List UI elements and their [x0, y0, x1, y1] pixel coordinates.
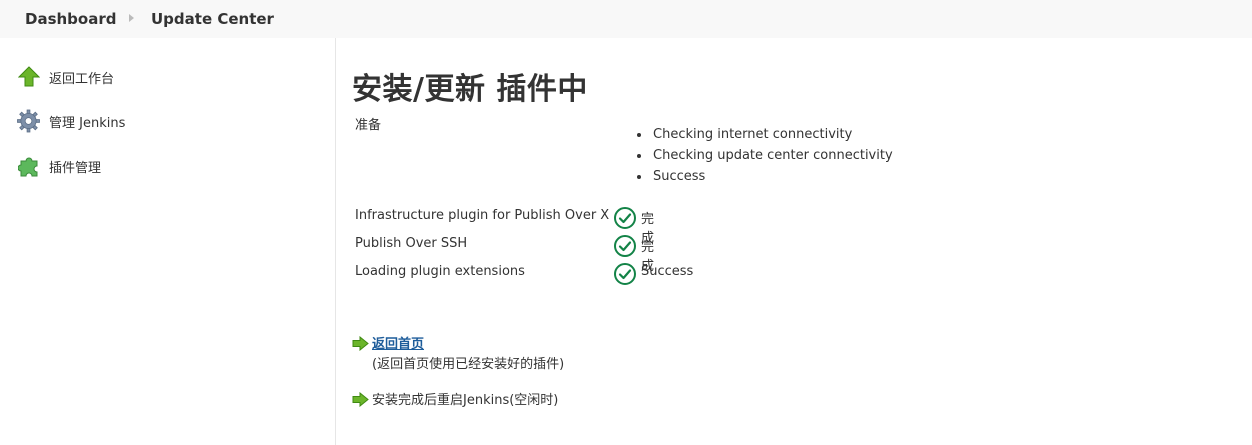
back-home-link[interactable]: 返回首页	[372, 333, 424, 352]
right-arrow-icon	[352, 335, 369, 352]
sidebar-item-label: 管理 Jenkins	[49, 115, 126, 131]
breadcrumb-dashboard[interactable]: Dashboard	[25, 10, 116, 28]
plugin-name: Publish Over SSH	[355, 236, 468, 251]
preparation-check-list: Checking internet connectivity Checking …	[635, 126, 893, 189]
sidebar-item-plugin-manager[interactable]: 插件管理	[17, 154, 101, 178]
check-circle-icon	[613, 234, 637, 258]
page-title: 安装/更新 插件中	[352, 72, 588, 107]
up-arrow-icon	[17, 66, 40, 89]
check-circle-icon	[613, 206, 637, 230]
right-arrow-icon	[352, 391, 369, 408]
list-item: Success	[635, 168, 893, 189]
list-item: Checking update center connectivity	[635, 147, 893, 168]
breadcrumb-update-center[interactable]: Update Center	[151, 10, 274, 28]
plugin-status: Success	[641, 264, 694, 279]
breadcrumb: Dashboard Update Center	[0, 0, 1252, 38]
breadcrumb-separator-icon	[129, 14, 134, 22]
sidebar: 返回工作台 管理 Jenkins 插件管理	[0, 38, 336, 445]
puzzle-icon	[17, 155, 40, 178]
sidebar-item-back-to-dashboard[interactable]: 返回工作台	[17, 65, 114, 89]
sidebar-item-label: 插件管理	[49, 160, 102, 176]
preparation-label: 准备	[355, 118, 382, 133]
back-home-description: (返回首页使用已经安装好的插件)	[372, 357, 565, 372]
plugin-name: Loading plugin extensions	[355, 264, 525, 279]
restart-when-idle-checkbox-label[interactable]: 安装完成后重启Jenkins(空闲时)	[372, 389, 558, 408]
list-item: Checking internet connectivity	[635, 126, 893, 147]
plugin-name: Infrastructure plugin for Publish Over X	[355, 208, 610, 223]
sidebar-item-manage-jenkins[interactable]: 管理 Jenkins	[17, 109, 125, 133]
sidebar-item-label: 返回工作台	[49, 71, 115, 87]
check-circle-icon	[613, 262, 637, 286]
main-content: 安装/更新 插件中 准备 Checking internet connectiv…	[337, 38, 1252, 445]
gear-icon	[17, 109, 40, 133]
